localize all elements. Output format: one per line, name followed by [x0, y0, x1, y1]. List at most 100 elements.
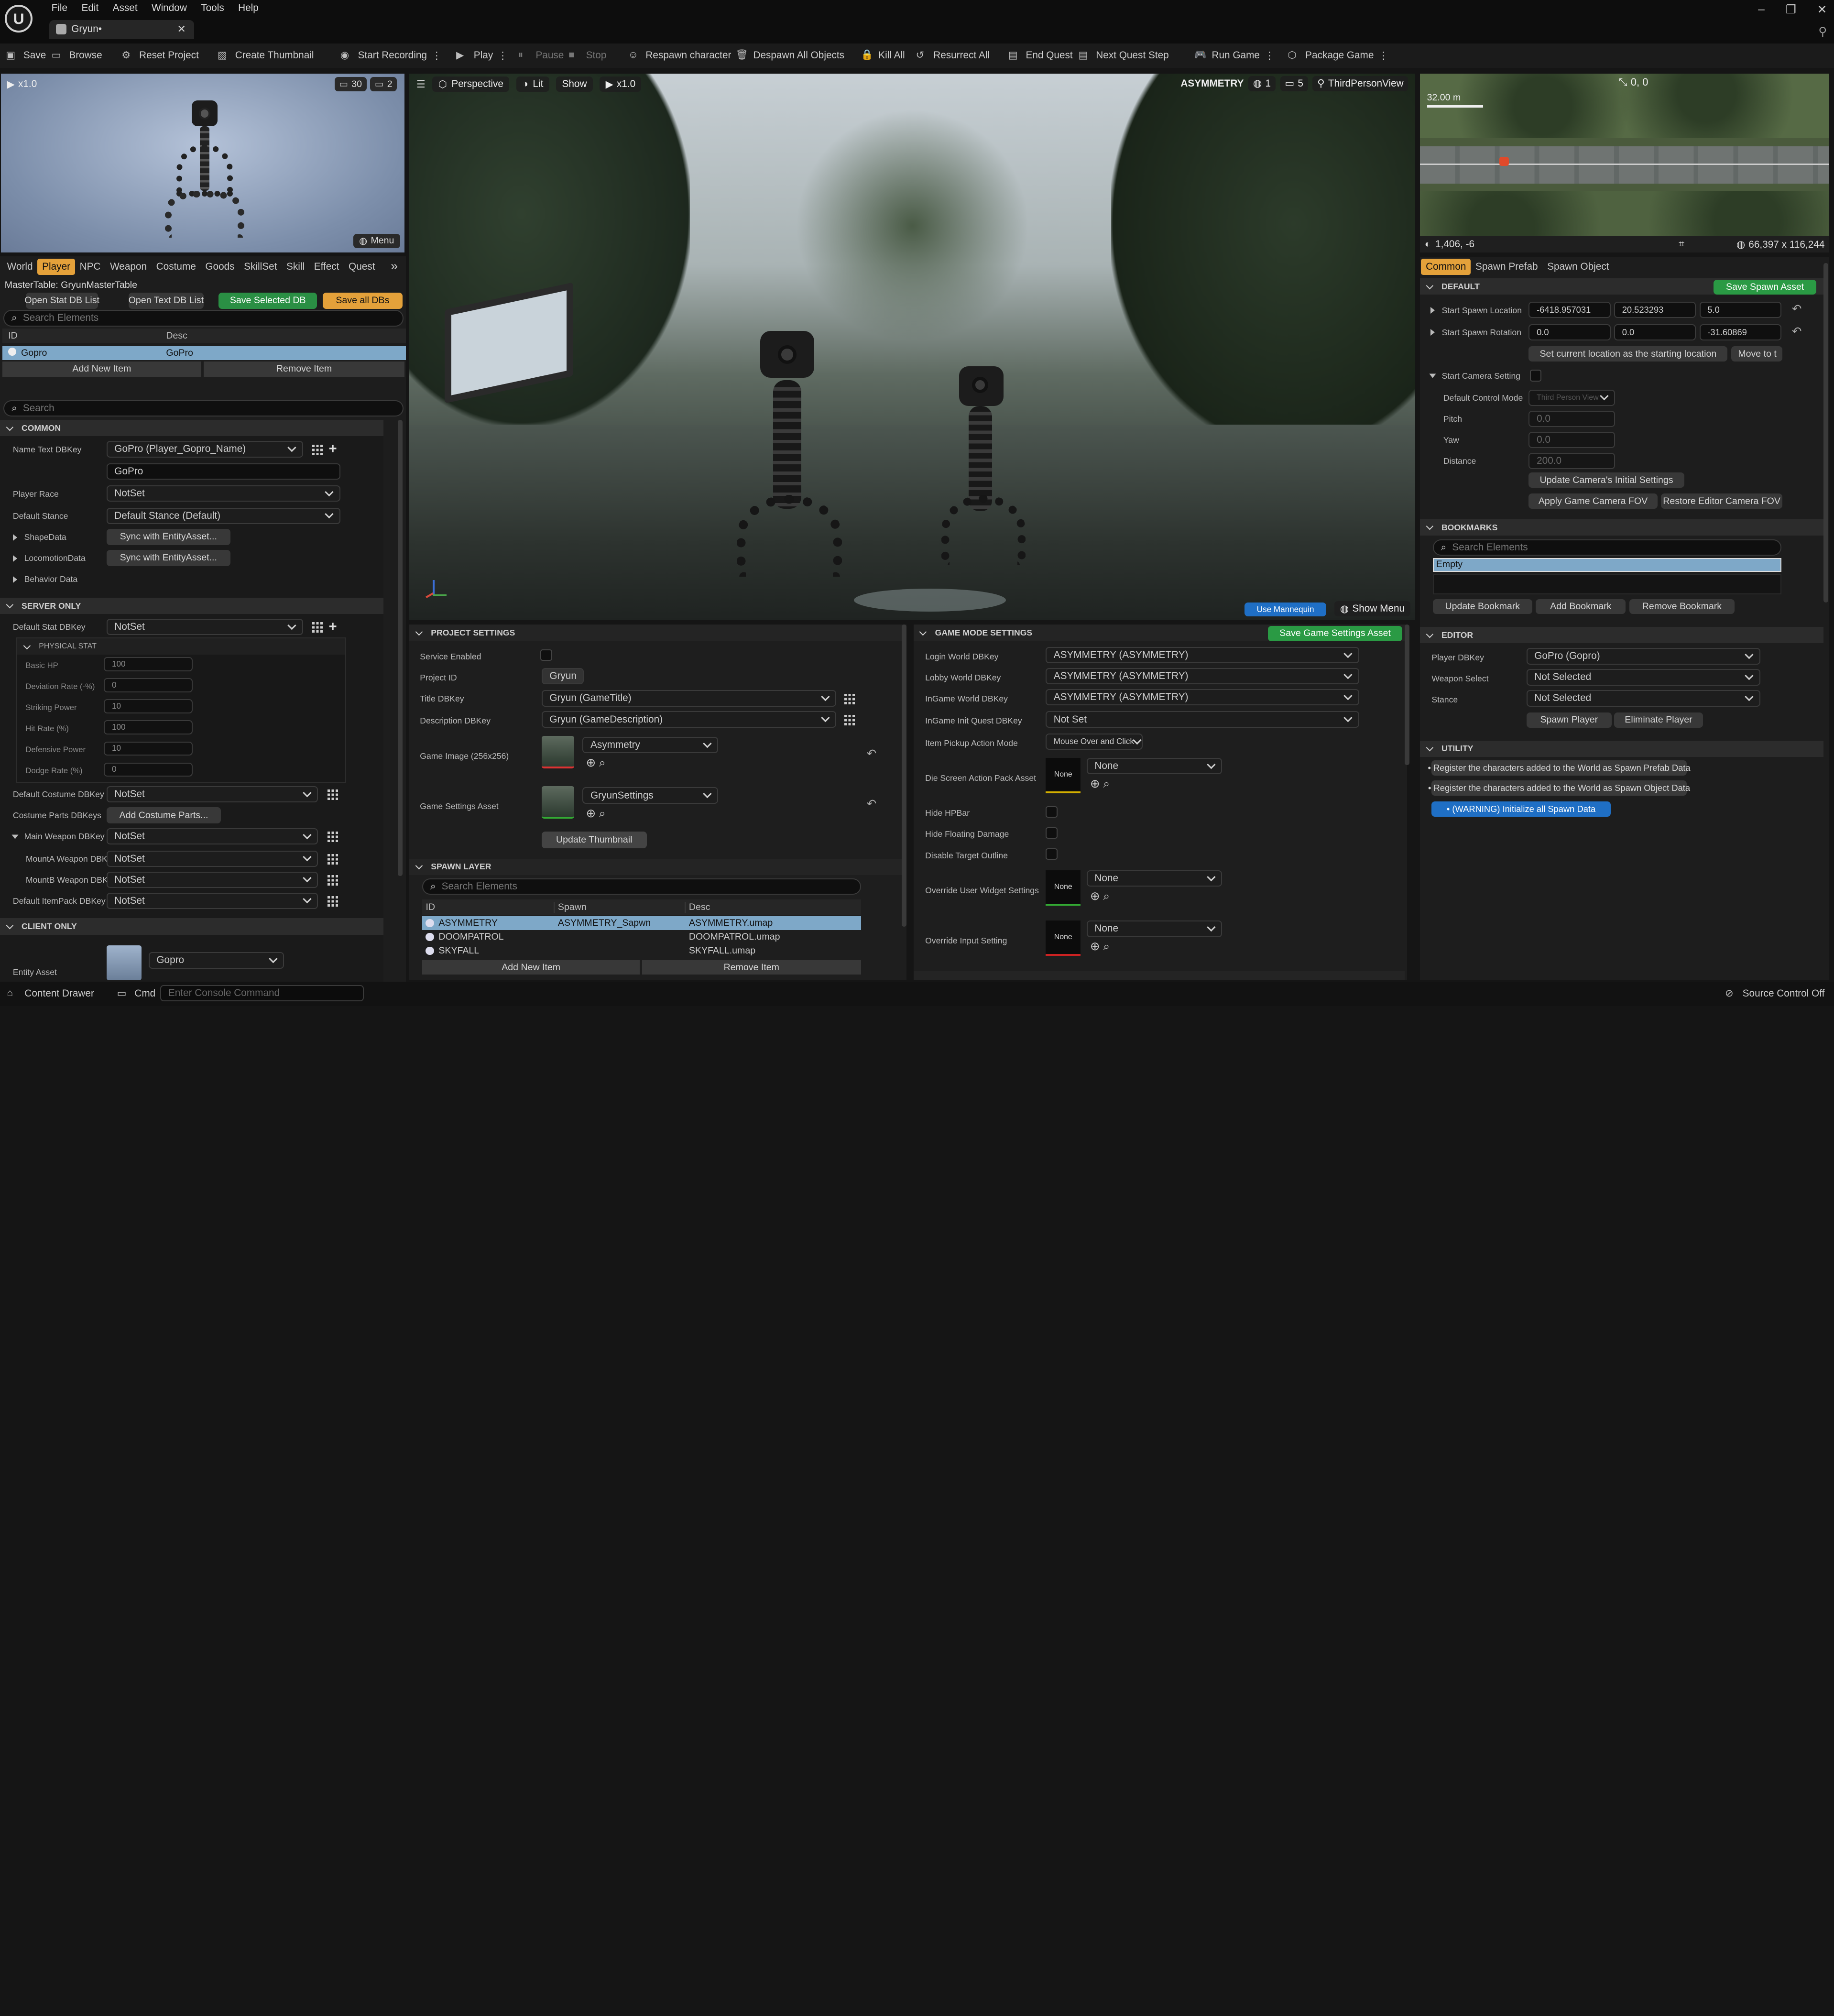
default-stance-select[interactable]: Default Stance (Default): [106, 507, 340, 524]
spawn-table-row[interactable]: ASYMMETRY ASYMMETRY_Sapwn ASYMMETRY.umap: [422, 916, 861, 930]
respawn-character-button[interactable]: ☺ Respawn character: [628, 49, 731, 62]
weapon-select[interactable]: Not Selected: [1526, 669, 1760, 686]
grid-icon[interactable]: [327, 854, 338, 865]
game-image-select[interactable]: Asymmetry: [582, 737, 719, 754]
grid-icon[interactable]: [844, 714, 855, 725]
add-bookmark-button[interactable]: Add Bookmark: [1536, 599, 1626, 614]
reset-arrow-icon[interactable]: ↶: [867, 746, 877, 761]
spawn-player-button[interactable]: Spawn Player: [1526, 712, 1612, 728]
save-all-dbs-button[interactable]: Save all DBs: [323, 292, 403, 309]
stat-value-field[interactable]: 0: [104, 678, 193, 692]
level-viewport[interactable]: ☰ ⬡ Perspective ◑ Lit Show ▶ x1.0 ASYMMETRY…: [409, 74, 1416, 620]
tab-common[interactable]: Common: [1421, 258, 1471, 275]
grid-icon[interactable]: [327, 789, 338, 800]
spawn-add-item-button[interactable]: Add New Item: [422, 960, 640, 975]
update-camera-button[interactable]: Update Camera's Initial Settings: [1528, 472, 1684, 488]
tab-skill[interactable]: Skill: [282, 259, 309, 275]
browse-asset-icon[interactable]: ⊕ ⌕: [1090, 777, 1110, 791]
stance-select[interactable]: Not Selected: [1526, 690, 1760, 707]
package-game-button[interactable]: ⬡ Package Game ⋮: [1288, 49, 1388, 62]
gamemode-scrollbar[interactable]: [1405, 625, 1409, 765]
pickup-mode-select[interactable]: Mouse Over and Click: [1046, 733, 1143, 750]
browse-asset-icon[interactable]: ⊕ ⌕: [586, 806, 606, 821]
section-physical-stat[interactable]: PHYSICAL STAT: [17, 638, 346, 655]
browse-asset-icon[interactable]: ⊕ ⌕: [1090, 889, 1110, 903]
source-control-button[interactable]: ⊘ Source Control Off: [1725, 987, 1824, 1000]
stat-value-field[interactable]: 10: [104, 741, 193, 756]
section-editor[interactable]: EDITOR: [1419, 627, 1823, 644]
disable-target-outline-checkbox[interactable]: [1046, 848, 1058, 860]
spawn-location-x[interactable]: -6418.957031: [1528, 302, 1611, 318]
add-icon[interactable]: +: [328, 442, 337, 456]
end-quest-button[interactable]: ▤ End Quest: [1008, 49, 1073, 62]
service-enabled-checkbox[interactable]: [540, 649, 552, 661]
bookmark-search-input[interactable]: ⌕ Search Elements: [1432, 539, 1781, 556]
input-setting-thumbnail[interactable]: None: [1046, 920, 1081, 956]
spawn-remove-item-button[interactable]: Remove Item: [642, 960, 861, 975]
stat-value-field[interactable]: 0: [104, 762, 193, 777]
minimap[interactable]: 32.00 m ⤡ 0, 0 ◐ 1,406, -6 ⌗ ◍ 66,397 x 116…: [1419, 74, 1830, 253]
browse-button[interactable]: ▭ Browse: [52, 49, 102, 62]
set-starting-location-button[interactable]: Set current location as the starting loc…: [1528, 346, 1728, 362]
grid-icon[interactable]: [327, 875, 338, 886]
tab-npc[interactable]: NPC: [75, 259, 105, 275]
tab-effect[interactable]: Effect: [309, 259, 344, 275]
tab-goods[interactable]: Goods: [201, 259, 240, 275]
move-to-button[interactable]: Move to t: [1731, 346, 1783, 362]
project-id-field[interactable]: Gryun: [541, 668, 584, 685]
grid-icon[interactable]: [312, 622, 323, 633]
lit-button[interactable]: ◑ Lit: [516, 77, 549, 92]
stop-button[interactable]: ■ Stop: [568, 49, 606, 62]
spawn-table-row[interactable]: DOOMPATROL DOOMPATROL.umap: [422, 930, 861, 944]
grid-icon[interactable]: [327, 896, 338, 907]
detail-search-input[interactable]: ⌕ Search: [3, 400, 404, 416]
section-server-only[interactable]: SERVER ONLY: [0, 598, 384, 614]
open-stat-db-button[interactable]: Open Stat DB List: [24, 292, 99, 309]
section-common[interactable]: COMMON: [0, 420, 384, 437]
close-tab-icon[interactable]: ✕: [177, 23, 186, 35]
add-icon[interactable]: +: [328, 620, 337, 634]
restore-editor-fov-button[interactable]: Restore Editor Camera FOV: [1660, 493, 1783, 509]
control-mode-select[interactable]: Third Person View: [1528, 389, 1616, 406]
perspective-button[interactable]: ⬡ Perspective: [432, 77, 510, 92]
yaw-field[interactable]: 0.0: [1528, 431, 1616, 448]
section-utility[interactable]: UTILITY: [1419, 740, 1823, 757]
stat-value-field[interactable]: 100: [104, 720, 193, 734]
lobby-world-select[interactable]: ASYMMETRY (ASYMMETRY): [1046, 668, 1359, 685]
play-button[interactable]: ▶ Play ⋮: [456, 49, 508, 62]
name-text-dbkey-select[interactable]: GoPro (Player_Gopro_Name): [106, 441, 303, 458]
default-costume-select[interactable]: NotSet: [106, 786, 318, 803]
browse-asset-icon[interactable]: ⊕ ⌕: [1090, 939, 1110, 953]
create-thumbnail-button[interactable]: ▨ Create Thumbnail: [218, 49, 314, 62]
game-settings-thumbnail[interactable]: [541, 786, 575, 819]
tab-quest[interactable]: Quest: [344, 259, 380, 275]
next-quest-step-button[interactable]: ▤ Next Quest Step: [1079, 49, 1169, 62]
section-spawn-layer[interactable]: SPAWN LAYER: [409, 858, 906, 875]
spawn-location-y[interactable]: 20.523293: [1614, 302, 1696, 318]
preview-menu-button[interactable]: ◍ Menu: [353, 234, 400, 248]
project-scrollbar[interactable]: [902, 625, 906, 927]
pause-button[interactable]: ⏸ Pause: [518, 49, 564, 62]
eliminate-player-button[interactable]: Eliminate Player: [1614, 712, 1703, 728]
view-mode-button[interactable]: ⚲ ThirdPersonView: [1312, 76, 1408, 91]
show-button[interactable]: Show: [556, 77, 593, 92]
save-game-settings-button[interactable]: Save Game Settings Asset: [1267, 625, 1403, 641]
tab-skillset[interactable]: SkillSet: [239, 259, 282, 275]
name-text-field[interactable]: GoPro: [106, 463, 340, 480]
start-spawn-rotation-row[interactable]: Start Spawn Rotation: [1430, 328, 1521, 338]
game-settings-select[interactable]: GryunSettings: [582, 787, 719, 804]
save-spawn-asset-button[interactable]: Save Spawn Asset: [1713, 279, 1817, 295]
unreal-logo[interactable]: U: [4, 4, 33, 33]
close-window-icon[interactable]: ✕: [1817, 2, 1827, 17]
start-spawn-location-row[interactable]: Start Spawn Location: [1430, 306, 1522, 316]
menu-asset[interactable]: Asset: [106, 2, 144, 14]
tab-gryun[interactable]: Gryun• ✕: [49, 20, 195, 39]
update-bookmark-button[interactable]: Update Bookmark: [1432, 599, 1532, 614]
mounta-weapon-select[interactable]: NotSet: [106, 850, 318, 867]
tab-player[interactable]: Player: [37, 258, 75, 275]
section-client-only[interactable]: CLIENT ONLY: [0, 918, 384, 935]
start-camera-setting-row[interactable]: Start Camera Setting: [1429, 371, 1520, 381]
reset-arrow-icon[interactable]: ↶: [1792, 302, 1802, 316]
ingame-world-select[interactable]: ASYMMETRY (ASYMMETRY): [1046, 689, 1359, 706]
use-mannequin-button[interactable]: Use Mannequin: [1244, 602, 1327, 617]
